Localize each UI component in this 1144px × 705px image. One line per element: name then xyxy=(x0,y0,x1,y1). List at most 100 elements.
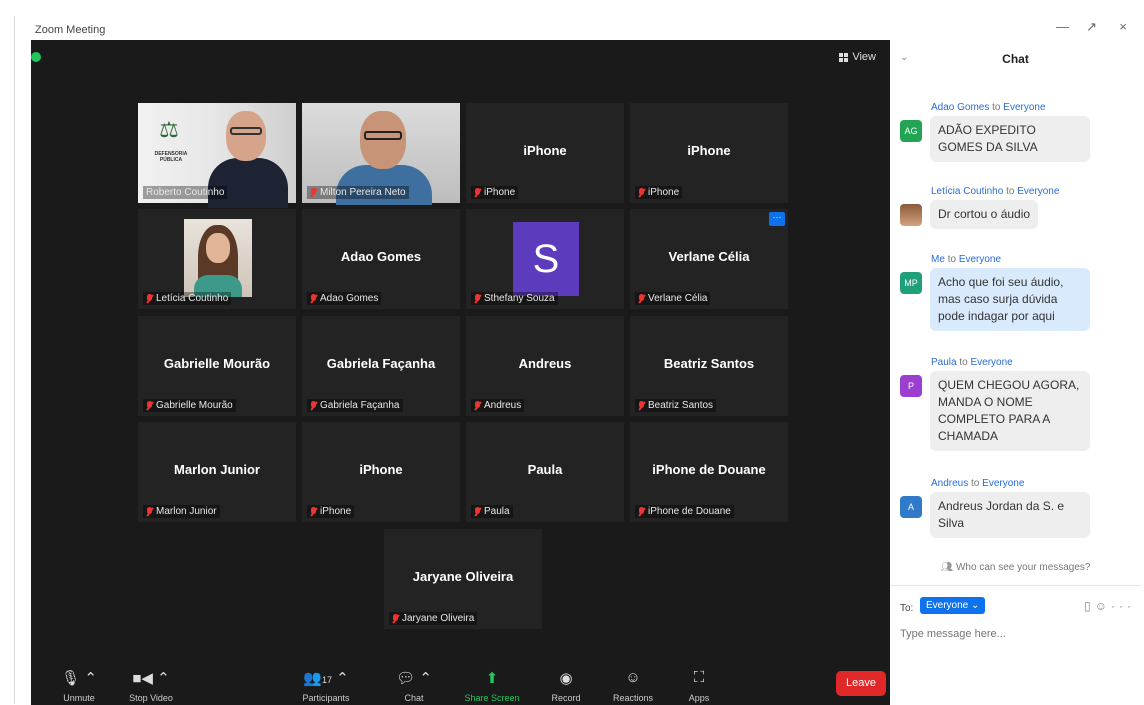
video-tile-iphone-1[interactable]: iPhone iPhone xyxy=(466,103,624,203)
to-word: to xyxy=(947,254,957,265)
video-tile-roberto-coutinho[interactable]: ⚖ DEFENSORIA PÚBLICA Roberto Coutinho xyxy=(138,103,296,208)
chat-header: ⌄ Chat xyxy=(890,40,1141,76)
participant-name: Roberto Coutinho xyxy=(146,187,225,198)
window-title: Zoom Meeting xyxy=(35,24,106,36)
participant-name: iPhone xyxy=(320,506,352,517)
participant-name: Sthefany Souza xyxy=(484,293,555,304)
tile-name: iPhone xyxy=(359,462,403,477)
participant-name: Milton Pereira Neto xyxy=(320,187,406,198)
mic-muted-icon xyxy=(310,293,317,304)
tile-label: Andreus xyxy=(471,399,525,412)
tile-label: Verlane Célia xyxy=(635,292,711,305)
video-tile-jaryane-oliveira[interactable]: Jaryane Oliveira Jaryane Oliveira xyxy=(384,529,542,629)
message-bubble: QUEM CHEGOU AGORA, MANDA O NOME COMPLETO… xyxy=(930,371,1090,451)
tile-label: Milton Pereira Neto xyxy=(307,186,409,199)
minimize-icon[interactable]: — xyxy=(1056,19,1069,34)
mic-muted-icon xyxy=(638,187,645,198)
to-word: to xyxy=(1006,186,1015,197)
video-tile-verlane-celia[interactable]: ··· Verlane Célia Verlane Célia xyxy=(630,209,788,309)
tile-label: Gabriela Façanha xyxy=(307,399,403,412)
message-sender: Paula to Everyone xyxy=(931,357,1130,368)
message-bubble: Dr cortou o áudio xyxy=(930,200,1039,229)
chat-button[interactable]: 💬︎ ⌃ Chat xyxy=(374,669,454,703)
message-bubble: Andreus Jordan da S. e Silva xyxy=(930,492,1090,538)
who-can-see-link[interactable]: 👥︎ Who can see your messages? xyxy=(890,562,1141,573)
video-tile-iphone-de-douane[interactable]: iPhone de Douane iPhone de Douane xyxy=(630,422,788,522)
security-shield-icon[interactable] xyxy=(31,52,41,62)
maximize-icon[interactable]: ↗ xyxy=(1086,19,1097,35)
to-label: To: xyxy=(900,603,914,614)
microphone-muted-icon: 🎙︎ ⌃ xyxy=(61,670,97,687)
participant-name: iPhone de Douane xyxy=(648,506,731,517)
view-label: View xyxy=(852,51,876,63)
title-bar: Zoom Meeting — ↗ × xyxy=(15,16,1141,40)
video-tile-iphone-3[interactable]: iPhone iPhone xyxy=(302,422,460,522)
sender-name: Letícia Coutinho xyxy=(931,186,1004,197)
video-tile-marlon-junior[interactable]: Marlon Junior Marlon Junior xyxy=(138,422,296,522)
participant-name: Marlon Junior xyxy=(156,506,217,517)
video-tile-adao-gomes[interactable]: Adao Gomes Adao Gomes xyxy=(302,209,460,309)
tile-name: iPhone xyxy=(687,143,731,158)
to-word: to xyxy=(992,102,1001,113)
tile-label: Sthefany Souza xyxy=(471,292,558,305)
message-input[interactable] xyxy=(900,628,1130,640)
chat-composer: To: Everyone ⌄ ▯☺··· xyxy=(890,585,1141,705)
tile-label: iPhone xyxy=(307,505,355,518)
tile-label: Roberto Coutinho xyxy=(143,186,228,199)
sender-name: Adao Gomes xyxy=(931,102,990,113)
participant-name: Letícia Coutinho xyxy=(156,293,229,304)
leave-button[interactable]: Leave xyxy=(836,671,886,696)
tile-name: iPhone de Douane xyxy=(652,462,766,477)
who-can-see-text: Who can see your messages? xyxy=(955,562,1091,573)
tile-label: Jaryane Oliveira xyxy=(389,612,478,625)
emoji-icon[interactable]: ☺ xyxy=(1095,599,1111,613)
stop-video-button[interactable]: ■◀ ⌃ Stop Video xyxy=(111,669,191,703)
share-screen-icon: ⬆ xyxy=(485,670,499,687)
avatar: AG xyxy=(900,120,922,142)
participant-name: Jaryane Oliveira xyxy=(402,613,475,624)
tile-name: Andreus xyxy=(518,356,572,371)
video-tile-milton-pereira-neto[interactable]: Milton Pereira Neto xyxy=(302,103,460,205)
message-bubble: ADÃO EXPEDITO GOMES DA SILVA xyxy=(930,116,1090,162)
mic-muted-icon xyxy=(638,293,645,304)
view-button[interactable]: View xyxy=(839,51,876,63)
tile-name: Gabrielle Mourão xyxy=(163,356,271,371)
more-icon[interactable]: ··· xyxy=(1111,599,1135,613)
recipient-name: Everyone xyxy=(1017,186,1060,197)
participant-name: Gabriela Façanha xyxy=(320,400,400,411)
unmute-button[interactable]: 🎙︎ ⌃ Unmute xyxy=(39,669,119,703)
reactions-label: Reactions xyxy=(612,693,654,703)
apps-button[interactable]: ⛶ Apps xyxy=(659,669,739,703)
participants-button[interactable]: 👥17 ⌃ Participants xyxy=(286,669,366,703)
tile-label: iPhone xyxy=(471,186,519,199)
apps-label: Apps xyxy=(688,693,710,703)
tile-label: Paula xyxy=(471,505,513,518)
mic-muted-icon xyxy=(146,400,153,411)
recipient-dropdown[interactable]: Everyone ⌄ xyxy=(920,597,986,614)
video-tile-leticia-coutinho[interactable]: Letícia Coutinho xyxy=(138,209,296,309)
to-word: to xyxy=(971,478,980,489)
participant-name: Verlane Célia xyxy=(648,293,708,304)
video-tile-iphone-2[interactable]: iPhone iPhone xyxy=(630,103,788,203)
participant-name: Paula xyxy=(484,506,510,517)
tile-name: Adao Gomes xyxy=(340,249,422,264)
file-icon[interactable]: ▯ xyxy=(1084,599,1095,613)
avatar: MP xyxy=(900,272,922,294)
video-tile-paula[interactable]: Paula Paula xyxy=(466,422,624,522)
more-options-icon[interactable]: ··· xyxy=(769,212,785,226)
tile-label: iPhone xyxy=(635,186,683,199)
share-screen-button[interactable]: ⬆ Share Screen xyxy=(452,669,532,703)
video-tile-beatriz-santos[interactable]: Beatriz Santos Beatriz Santos xyxy=(630,316,788,416)
tile-label: Adao Gomes xyxy=(307,292,382,305)
chat-title: Chat xyxy=(1002,52,1029,66)
close-icon[interactable]: × xyxy=(1119,19,1127,34)
mic-muted-icon xyxy=(474,400,481,411)
to-word: to xyxy=(959,357,968,368)
video-tile-gabriela-facanha[interactable]: Gabriela Façanha Gabriela Façanha xyxy=(302,316,460,416)
participant-name: iPhone xyxy=(648,187,680,198)
tile-name: Marlon Junior xyxy=(174,462,260,477)
video-tile-gabrielle-mourao[interactable]: Gabrielle Mourão Gabrielle Mourão xyxy=(138,316,296,416)
video-tile-sthefany-souza[interactable]: S Sthefany Souza xyxy=(466,209,624,309)
participant-video xyxy=(184,219,252,297)
video-tile-andreus[interactable]: Andreus Andreus xyxy=(466,316,624,416)
